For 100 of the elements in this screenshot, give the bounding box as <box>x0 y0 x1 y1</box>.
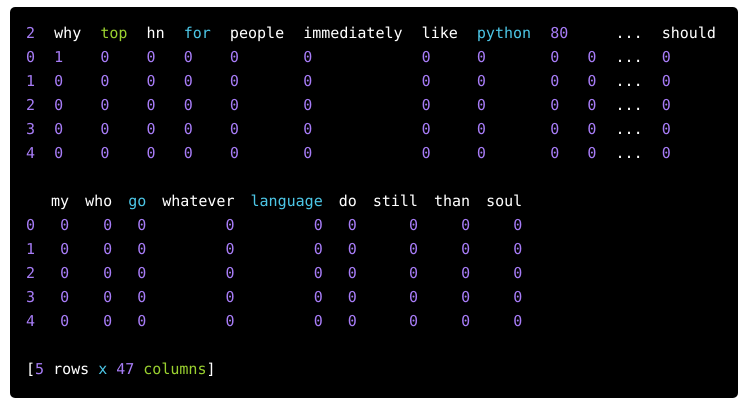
column-header: python <box>476 23 532 44</box>
column-header: than <box>434 191 470 212</box>
column-header: people <box>230 23 284 44</box>
table-cell-text: 0 <box>550 95 560 116</box>
table-cell-text: 0 <box>137 263 146 284</box>
table-cell-text: 0 <box>225 239 234 260</box>
table-cell-text: 0 <box>348 263 357 284</box>
table-cell-text: ... <box>616 47 643 68</box>
table-cell-text: ... <box>616 119 643 140</box>
table-cell-text: 0 <box>137 311 146 332</box>
table-cell-text: 0 <box>662 95 671 116</box>
table-cell-text: 0 <box>550 47 560 68</box>
table-cell-text: 0 <box>348 215 357 236</box>
table-cell-text: 0 <box>408 263 418 284</box>
column-header: whatever <box>162 191 234 212</box>
table-cell-text: 0 <box>314 287 323 308</box>
summary-text: x <box>98 359 108 380</box>
table-cell-text: ... <box>616 71 643 92</box>
table-cell-text: 1 <box>54 47 64 68</box>
table-cell-text: 0 <box>513 239 522 260</box>
row-index: 0 <box>26 47 36 68</box>
table-cell-text: 0 <box>184 71 193 92</box>
column-header: why <box>54 23 82 44</box>
summary-text: [ <box>26 359 36 380</box>
column-header: 2 <box>26 23 36 44</box>
table-cell-text: 0 <box>54 143 64 164</box>
table-cell-text: 0 <box>54 119 64 140</box>
table-cell-text: 0 <box>348 311 357 332</box>
table-cell-text: 0 <box>662 119 671 140</box>
table-cell-text: 0 <box>103 287 112 308</box>
column-header: ... <box>616 23 643 44</box>
column-header: immediately <box>303 23 403 44</box>
table-cell-text: 0 <box>587 47 596 68</box>
table-cell-text: 0 <box>225 263 234 284</box>
table-cell-text: 0 <box>408 311 418 332</box>
table-cell-text: 0 <box>513 311 522 332</box>
table-cell-text: 0 <box>476 119 486 140</box>
table-cell-text: 0 <box>184 95 193 116</box>
table-cell-text: 0 <box>550 71 560 92</box>
table-cell-text: 0 <box>225 287 234 308</box>
table-cell-text: 0 <box>314 215 323 236</box>
table-cell-text: 0 <box>184 143 193 164</box>
table-cell-text: 0 <box>422 119 431 140</box>
table-cell-text: 0 <box>662 71 671 92</box>
table-cell-text: 0 <box>461 239 470 260</box>
table-cell-text: 0 <box>230 119 239 140</box>
table-cell-text: 0 <box>422 95 431 116</box>
column-header: 80 <box>550 23 568 44</box>
table-cell-text: 0 <box>662 47 671 68</box>
table-cell-text: 0 <box>662 143 671 164</box>
table-cell-text: 0 <box>146 47 156 68</box>
column-header: hn <box>146 23 165 44</box>
table-cell-text: 0 <box>60 263 70 284</box>
summary-text: ] <box>206 359 216 380</box>
table-cell-text: 0 <box>314 239 323 260</box>
table-cell-text: 0 <box>476 47 486 68</box>
table-cell-text: 0 <box>100 47 110 68</box>
row-index: 4 <box>26 143 36 164</box>
table-cell-text: 0 <box>225 311 234 332</box>
table-cell-text: 0 <box>408 215 418 236</box>
table-cell-text: 0 <box>137 287 146 308</box>
table-cell-text: 0 <box>103 263 112 284</box>
table-cell-text: 0 <box>303 71 312 92</box>
table-cell-text: 0 <box>225 215 234 236</box>
column-header: go <box>128 191 146 212</box>
row-index: 4 <box>26 311 36 332</box>
table-cell-text: 0 <box>348 239 357 260</box>
table-cell-text: 0 <box>146 71 156 92</box>
table-cell-text: 0 <box>461 287 470 308</box>
column-header: still <box>372 191 418 212</box>
table-cell-text: 0 <box>513 215 522 236</box>
table-cell-text: 0 <box>146 119 156 140</box>
row-index: 1 <box>26 239 36 260</box>
summary-text: 5 <box>35 359 44 380</box>
column-header: who <box>85 191 112 212</box>
table-cell-text: 0 <box>146 95 156 116</box>
table-cell-text: 0 <box>230 71 239 92</box>
table-cell-text: 0 <box>314 311 323 332</box>
column-header: should <box>662 23 716 44</box>
table-cell-text: 0 <box>146 143 156 164</box>
table-cell-text: 0 <box>60 287 70 308</box>
table-cell-text: 0 <box>513 263 522 284</box>
table-cell-text: 0 <box>230 47 239 68</box>
row-index: 0 <box>26 215 36 236</box>
table-cell-text: 0 <box>103 311 112 332</box>
table-cell-text: 0 <box>103 239 112 260</box>
row-index: 1 <box>26 71 36 92</box>
table-cell-text: 0 <box>184 119 193 140</box>
table-cell-text: 0 <box>60 311 70 332</box>
table-cell-text: 0 <box>587 71 596 92</box>
table-cell-text: 0 <box>513 287 522 308</box>
table-cell-text: 0 <box>587 143 596 164</box>
table-cell-text: 0 <box>422 71 431 92</box>
table-cell-text: 0 <box>587 119 596 140</box>
summary-text: rows <box>53 359 90 380</box>
table-cell-text: 0 <box>230 143 239 164</box>
table-cell-text: 0 <box>422 47 431 68</box>
table-cell-text: 0 <box>60 239 70 260</box>
table-cell-text: 0 <box>137 215 146 236</box>
table-cell-text: 0 <box>587 95 596 116</box>
